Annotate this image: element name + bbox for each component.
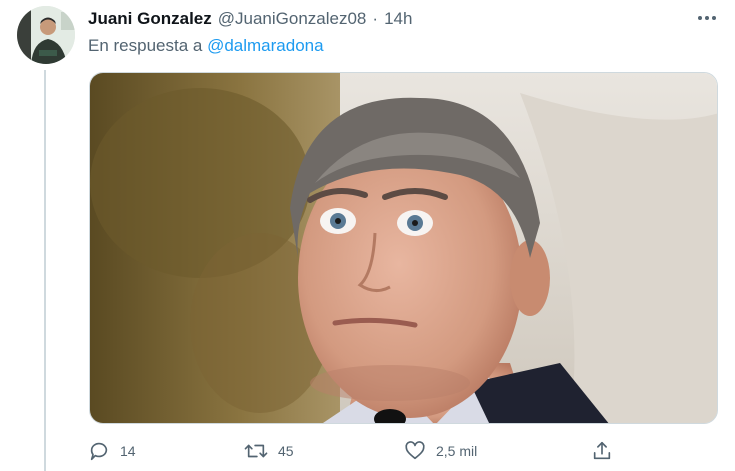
photo-image [90, 73, 717, 423]
like-button[interactable]: 2,5 mil [404, 436, 477, 466]
reply-prefix: En respuesta a [88, 36, 208, 55]
reply-icon [90, 442, 108, 461]
reply-context: En respuesta a @dalmaradona [88, 36, 324, 56]
reply-count: 14 [120, 443, 136, 459]
retweet-count: 45 [278, 443, 294, 459]
separator-dot: · [372, 9, 379, 28]
action-bar: 14 45 2,5 mil [88, 436, 628, 466]
tweet-header: Juani Gonzalez @JuaniGonzalez08 · 14h [88, 8, 412, 30]
like-count: 2,5 mil [436, 443, 478, 459]
retweet-button[interactable]: 45 [244, 436, 294, 466]
avatar[interactable] [17, 6, 75, 64]
retweet-icon [244, 444, 268, 458]
reply-button[interactable]: 14 [88, 436, 136, 466]
thread-line [44, 70, 46, 471]
author-handle[interactable]: @JuaniGonzalez08 [218, 9, 367, 29]
heart-icon [405, 441, 425, 460]
tweet-photo[interactable] [89, 72, 718, 424]
share-icon [593, 441, 611, 460]
timestamp[interactable]: 14h [384, 9, 412, 29]
author-name[interactable]: Juani Gonzalez [88, 9, 212, 29]
avatar-image [17, 6, 75, 64]
reply-mention-link[interactable]: @dalmaradona [207, 36, 324, 55]
more-icon[interactable] [694, 8, 720, 28]
share-button[interactable] [591, 436, 613, 466]
